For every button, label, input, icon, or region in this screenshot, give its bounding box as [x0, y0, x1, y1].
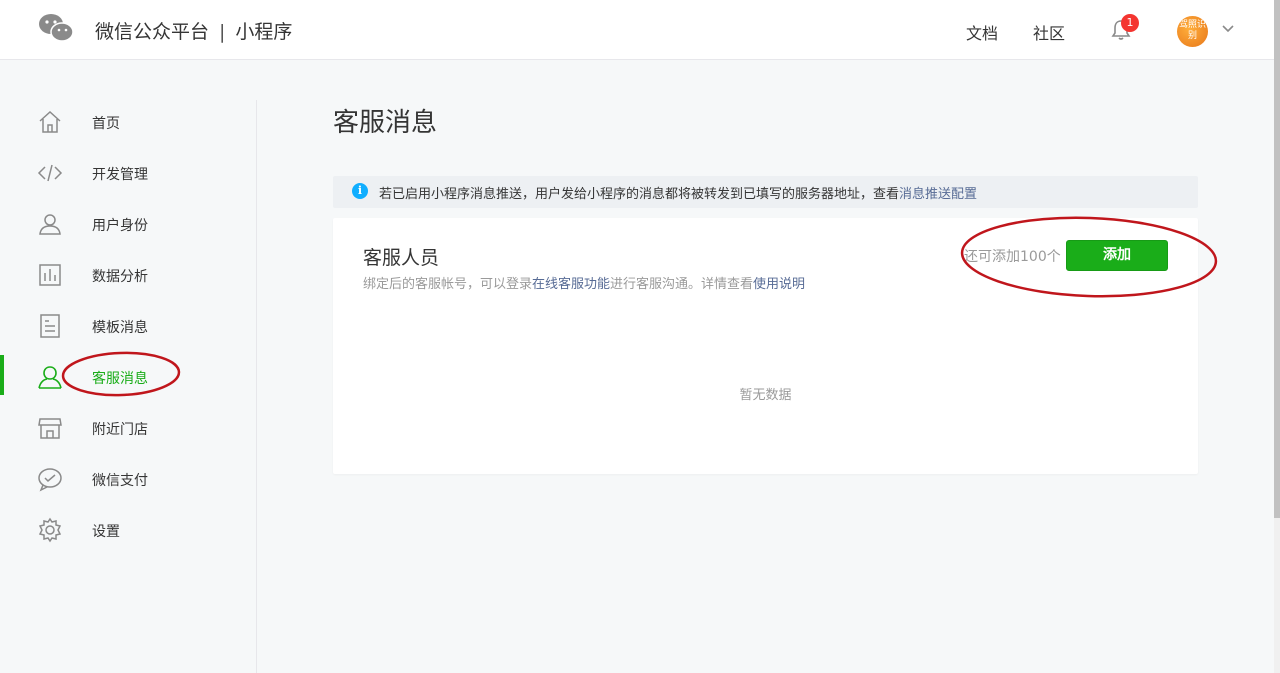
sidebar-item-settings[interactable]: 设置 — [0, 508, 256, 559]
sidebar-item-nearby-stores[interactable]: 附近门店 — [0, 406, 256, 457]
sidebar-item-label: 数据分析 — [92, 269, 148, 285]
product-name: 小程序 — [235, 21, 293, 43]
sidebar-item-development[interactable]: 开发管理 — [0, 151, 256, 202]
desc-middle: 进行客服沟通。详情查看 — [610, 277, 754, 292]
bar-chart-icon — [39, 264, 61, 286]
brand-name: 微信公众平台 — [95, 21, 210, 43]
info-notice: i 若已启用小程序消息推送，用户发给小程序的消息都将被转发到已填写的服务器地址，… — [333, 176, 1198, 208]
sidebar-item-label: 微信支付 — [92, 473, 148, 489]
code-icon — [37, 164, 63, 182]
docs-link[interactable]: 文档 — [966, 20, 998, 44]
active-indicator — [0, 355, 4, 395]
customer-service-panel: 客服人员 绑定后的客服帐号，可以登录在线客服功能进行客服沟通。详情查看使用说明 … — [333, 218, 1198, 474]
sidebar-item-analytics[interactable]: 数据分析 — [0, 253, 256, 304]
scrollbar-thumb[interactable] — [1274, 0, 1280, 518]
notice-message: 若已启用小程序消息推送，用户发给小程序的消息都将被转发到已填写的服务器地址，查看 — [379, 187, 900, 202]
gear-icon — [38, 517, 62, 543]
add-button[interactable]: 添加 — [1066, 240, 1168, 271]
sidebar-item-customer-service[interactable]: 客服消息 — [0, 355, 256, 406]
page-scrollbar[interactable] — [1274, 0, 1280, 673]
push-config-link[interactable]: 消息推送配置 — [899, 187, 977, 202]
info-icon: i — [352, 183, 368, 199]
user-icon — [39, 214, 61, 235]
brand-title: 微信公众平台 | 小程序 — [95, 17, 292, 44]
sidebar: 首页 开发管理 用户身份 数据分析 模板消息 客服消息 附近门店 微信支付 设置 — [0, 100, 257, 673]
sidebar-item-wechat-pay[interactable]: 微信支付 — [0, 457, 256, 508]
sidebar-item-label: 用户身份 — [92, 218, 148, 234]
top-header: 微信公众平台 | 小程序 文档 社区 1 驾照识别 — [0, 0, 1274, 60]
customer-service-icon — [38, 366, 62, 389]
sidebar-item-template-message[interactable]: 模板消息 — [0, 304, 256, 355]
panel-description: 绑定后的客服帐号，可以登录在线客服功能进行客服沟通。详情查看使用说明 — [363, 273, 805, 292]
sidebar-item-label: 开发管理 — [92, 167, 148, 183]
payment-icon — [38, 468, 62, 492]
sidebar-item-label: 模板消息 — [92, 320, 148, 336]
sidebar-item-user-identity[interactable]: 用户身份 — [0, 202, 256, 253]
empty-state-text: 暂无数据 — [739, 388, 792, 403]
page-title: 客服消息 — [333, 108, 438, 138]
online-service-link[interactable]: 在线客服功能 — [532, 277, 610, 292]
sidebar-item-label: 附近门店 — [92, 422, 148, 438]
wechat-logo-icon — [39, 14, 74, 42]
sidebar-item-label: 客服消息 — [92, 371, 148, 387]
brand-separator: | — [219, 21, 226, 43]
home-icon — [39, 110, 61, 133]
document-icon — [40, 314, 60, 338]
notice-text: 若已启用小程序消息推送，用户发给小程序的消息都将被转发到已填写的服务器地址，查看… — [379, 183, 977, 202]
sidebar-item-label: 首页 — [92, 116, 120, 132]
quota-text: 还可添加100个 — [964, 249, 1061, 265]
sidebar-item-home[interactable]: 首页 — [0, 100, 256, 151]
desc-prefix: 绑定后的客服帐号，可以登录 — [363, 277, 533, 292]
sidebar-item-label: 设置 — [92, 524, 120, 540]
panel-title: 客服人员 — [363, 247, 440, 269]
avatar[interactable]: 驾照识别 — [1177, 16, 1208, 47]
chevron-down-icon[interactable] — [1222, 24, 1234, 34]
community-link[interactable]: 社区 — [1033, 20, 1065, 44]
usage-guide-link[interactable]: 使用说明 — [753, 277, 805, 292]
store-icon — [38, 418, 62, 439]
notification-badge: 1 — [1121, 14, 1139, 32]
